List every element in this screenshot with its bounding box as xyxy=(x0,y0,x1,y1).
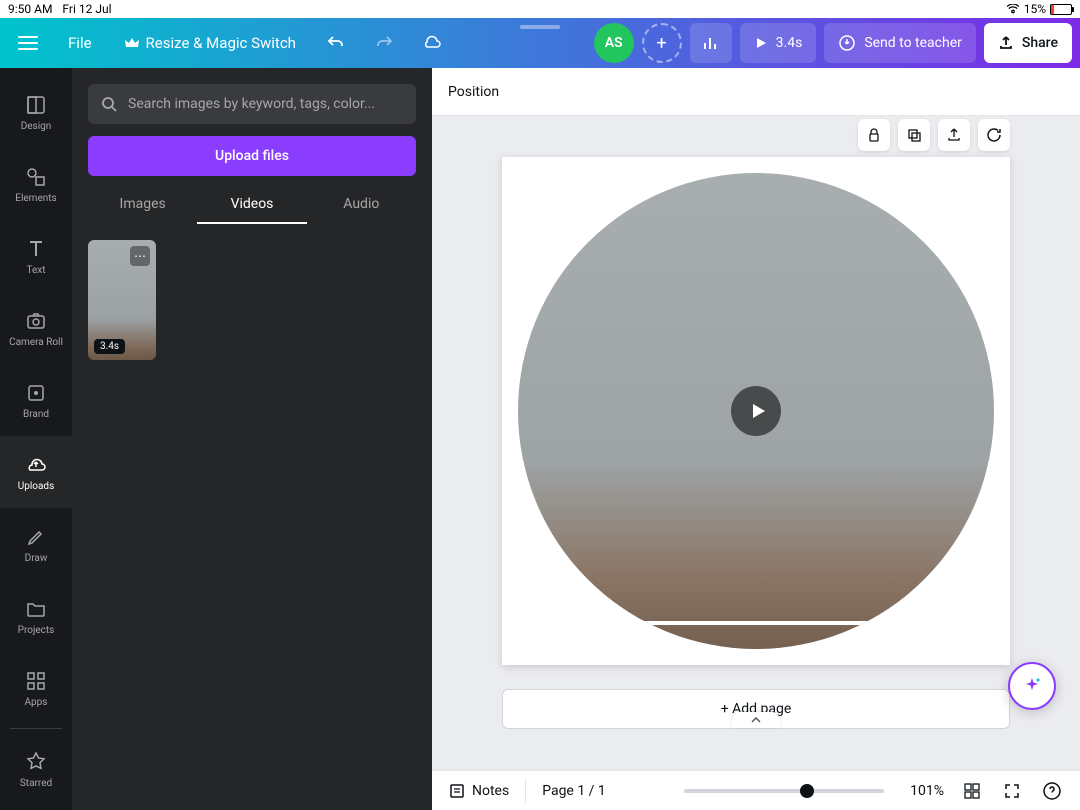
fullscreen-button[interactable] xyxy=(1000,779,1024,803)
sidebar-label: Brand xyxy=(23,409,49,420)
search-input[interactable] xyxy=(128,96,404,112)
timeline-scrubber[interactable] xyxy=(956,615,972,631)
upload-files-button[interactable]: Upload files xyxy=(88,136,416,176)
tab-images[interactable]: Images xyxy=(88,184,197,224)
play-icon xyxy=(748,401,768,421)
sidebar-label: Starred xyxy=(20,778,52,789)
sidebar-item-camera-roll[interactable]: Camera Roll xyxy=(0,292,72,364)
divider xyxy=(525,779,526,803)
sidebar: Design Elements Text Camera Roll Brand U… xyxy=(0,68,72,810)
duration-button[interactable]: 3.4s xyxy=(740,23,817,63)
thumbnail-duration-badge: 3.4s xyxy=(94,339,125,354)
zoom-slider[interactable] xyxy=(684,789,884,793)
avatar[interactable]: AS xyxy=(594,23,634,63)
top-drag-handle[interactable] xyxy=(520,25,560,29)
video-element[interactable] xyxy=(518,173,994,649)
sidebar-item-apps[interactable]: Apps xyxy=(0,652,72,724)
chevron-up-icon xyxy=(751,717,761,723)
sidebar-item-text[interactable]: Text xyxy=(0,220,72,292)
cloud-sync-icon[interactable] xyxy=(412,23,452,63)
page-indicator: Page 1 / 1 xyxy=(542,783,606,799)
save-icon xyxy=(838,34,856,52)
crown-icon xyxy=(124,35,140,51)
menu-button[interactable] xyxy=(8,23,48,63)
canvas-viewport[interactable]: + Add page xyxy=(432,116,1080,770)
sidebar-item-starred[interactable]: Starred xyxy=(0,733,72,805)
grid-view-button[interactable] xyxy=(960,779,984,803)
upload-icon xyxy=(998,35,1014,51)
sidebar-label: Projects xyxy=(18,625,55,636)
canvas-toolbar: Position xyxy=(432,68,1080,116)
thumbnail-menu-button[interactable]: ⋯ xyxy=(130,246,150,266)
sidebar-item-projects[interactable]: Projects xyxy=(0,580,72,652)
sidebar-divider xyxy=(10,728,62,729)
file-menu[interactable]: File xyxy=(56,26,104,60)
search-icon xyxy=(100,95,118,113)
play-icon xyxy=(754,36,768,50)
panel-tabs: Images Videos Audio xyxy=(88,184,416,224)
help-button[interactable] xyxy=(1040,779,1064,803)
regenerate-button[interactable] xyxy=(978,119,1010,151)
search-box[interactable] xyxy=(88,84,416,124)
battery-icon xyxy=(1050,4,1072,15)
sidebar-item-uploads[interactable]: Uploads xyxy=(0,436,72,508)
sidebar-label: Text xyxy=(26,265,45,276)
canvas-area: Position xyxy=(432,68,1080,810)
position-button[interactable]: Position xyxy=(448,84,499,100)
status-bar: 9:50 AM Fri 12 Jul 15% xyxy=(0,0,1080,18)
zoom-slider-thumb[interactable] xyxy=(800,784,814,798)
pages-drawer-handle[interactable] xyxy=(732,712,780,728)
sidebar-label: Elements xyxy=(15,193,56,204)
status-battery-pct: 15% xyxy=(1024,2,1046,16)
status-date: Fri 12 Jul xyxy=(62,2,111,16)
notes-button[interactable]: Notes xyxy=(448,782,509,800)
tab-videos[interactable]: Videos xyxy=(197,184,306,224)
duplicate-button[interactable] xyxy=(898,119,930,151)
share-button[interactable]: Share xyxy=(984,23,1072,63)
video-timeline[interactable] xyxy=(542,621,970,625)
send-to-teacher-button[interactable]: Send to teacher xyxy=(824,23,976,63)
canvas-page[interactable] xyxy=(502,157,1010,665)
bottom-bar: Notes Page 1 / 1 101% xyxy=(432,770,1080,810)
notes-icon xyxy=(448,782,466,800)
sidebar-label: Design xyxy=(21,121,52,132)
add-collaborator-button[interactable]: + xyxy=(642,23,682,63)
play-button[interactable] xyxy=(731,386,781,436)
top-bar: File Resize & Magic Switch AS + 3.4s Sen… xyxy=(0,18,1080,68)
uploads-panel: Upload files Images Videos Audio ⋯ 3.4s xyxy=(72,68,432,810)
sidebar-item-design[interactable]: Design xyxy=(0,76,72,148)
resize-button[interactable]: Resize & Magic Switch xyxy=(112,26,308,60)
magic-fab[interactable] xyxy=(1008,662,1056,710)
sidebar-label: Uploads xyxy=(18,481,54,492)
insights-button[interactable] xyxy=(690,23,732,63)
sidebar-item-draw[interactable]: Draw xyxy=(0,508,72,580)
sidebar-item-brand[interactable]: Brand xyxy=(0,364,72,436)
wifi-icon xyxy=(1006,4,1020,14)
sparkle-icon xyxy=(1021,675,1043,697)
lock-button[interactable] xyxy=(858,119,890,151)
sidebar-label: Draw xyxy=(25,553,48,564)
sidebar-item-elements[interactable]: Elements xyxy=(0,148,72,220)
redo-button[interactable] xyxy=(364,23,404,63)
undo-button[interactable] xyxy=(316,23,356,63)
export-page-button[interactable] xyxy=(938,119,970,151)
video-thumbnail[interactable]: ⋯ 3.4s xyxy=(88,240,156,360)
sidebar-label: Camera Roll xyxy=(9,337,63,348)
status-time: 9:50 AM xyxy=(8,2,52,16)
sidebar-label: Apps xyxy=(25,697,48,708)
zoom-percentage[interactable]: 101% xyxy=(900,783,944,799)
tab-audio[interactable]: Audio xyxy=(307,184,416,224)
